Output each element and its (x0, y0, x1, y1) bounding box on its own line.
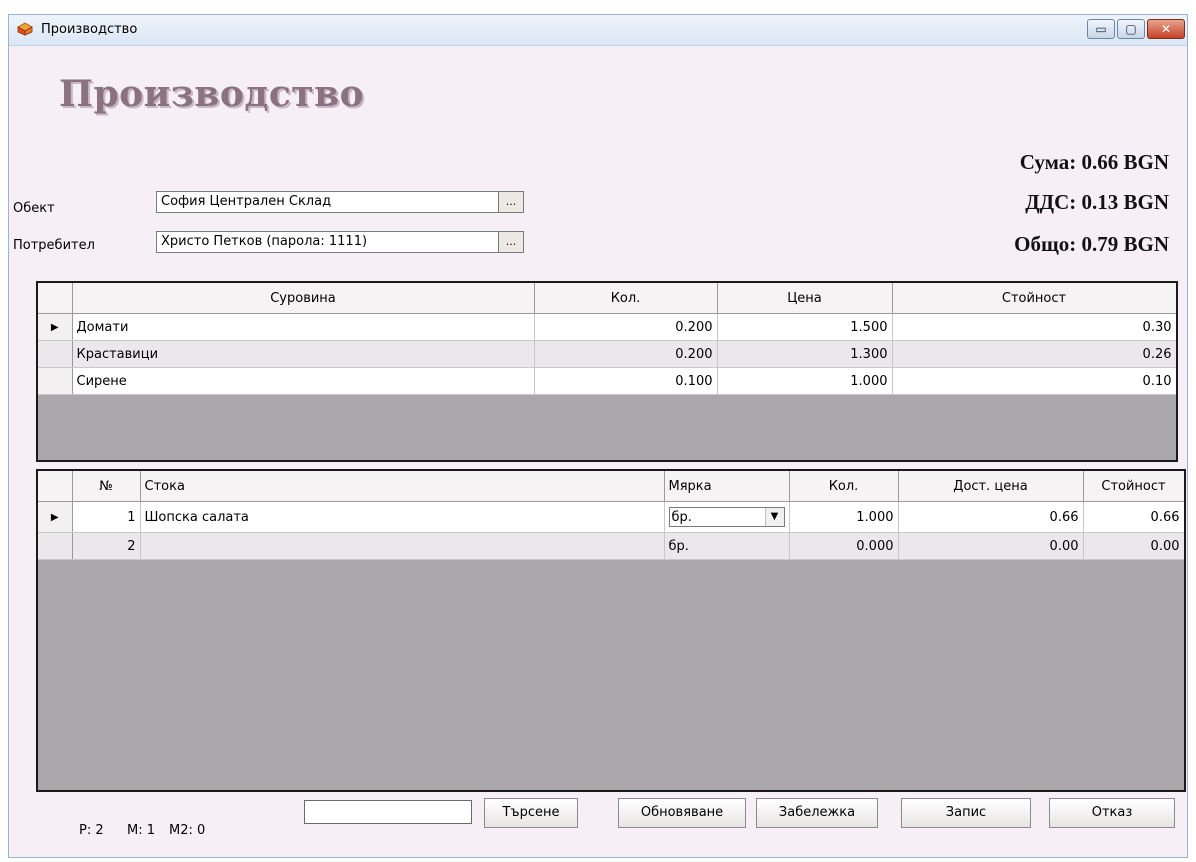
window-title: Производство (41, 22, 138, 37)
consumer-field[interactable]: Христо Петков (парола: 1111) (156, 231, 500, 253)
maximize-icon: ▢ (1125, 22, 1137, 36)
status-m: M: 1 (127, 823, 155, 838)
note-button[interactable]: Забележка (756, 798, 878, 828)
close-button[interactable]: ✕ (1147, 19, 1185, 39)
form-title: Производство (59, 73, 365, 115)
row-indicator (38, 367, 73, 395)
chevron-down-icon[interactable]: ▼ (764, 508, 784, 526)
material-qty[interactable]: 0.200 (534, 313, 718, 341)
object-field[interactable]: София Централен Склад (156, 191, 500, 213)
material-value[interactable]: 0.10 (892, 367, 1176, 395)
column-header-product[interactable]: Стока (140, 471, 665, 502)
column-header-value[interactable]: Стойност (1083, 471, 1184, 502)
material-price[interactable]: 1.500 (717, 313, 893, 341)
unit-select-value: бр. (671, 509, 692, 525)
row-pointer-icon: ▶ (38, 313, 73, 341)
row-indicator-header (38, 471, 73, 502)
object-browse-button[interactable]: ... (498, 191, 524, 213)
column-header-qty[interactable]: Кол. (534, 283, 718, 314)
minimize-icon: ▭ (1095, 22, 1107, 36)
column-header-value[interactable]: Стойност (892, 283, 1176, 314)
row-indicator (38, 532, 73, 560)
materials-table: Суровина Кол. Цена Стойност ▶ Домати 0.2… (38, 283, 1176, 395)
consumer-label: Потребител (13, 238, 95, 253)
products-header-row: № Стока Мярка Кол. Дост. цена Стойност (38, 471, 1184, 502)
column-header-number[interactable]: № (72, 471, 141, 502)
production-window: Производство ▭ ▢ ✕ Производство Сума: 0.… (8, 14, 1188, 858)
cancel-button[interactable]: Отказ (1049, 798, 1175, 828)
material-qty[interactable]: 0.100 (534, 367, 718, 395)
unit-select[interactable]: бр. ▼ (668, 507, 785, 527)
consumer-browse-button[interactable]: ... (498, 231, 524, 253)
search-input[interactable] (304, 800, 472, 824)
column-header-material[interactable]: Суровина (72, 283, 535, 314)
product-qty[interactable]: 1.000 (789, 501, 899, 533)
column-header-price[interactable]: Цена (717, 283, 893, 314)
material-value[interactable]: 0.30 (892, 313, 1176, 341)
maximize-button[interactable]: ▢ (1117, 19, 1145, 39)
products-grid[interactable]: № Стока Мярка Кол. Дост. цена Стойност ▶… (36, 469, 1186, 792)
materials-grid[interactable]: Суровина Кол. Цена Стойност ▶ Домати 0.2… (36, 281, 1178, 462)
sum-total: Сума: 0.66 BGN (1019, 150, 1169, 174)
material-price[interactable]: 1.300 (717, 340, 893, 368)
material-name[interactable]: Сирене (72, 367, 535, 395)
material-name[interactable]: Домати (72, 313, 535, 341)
product-delivery-price[interactable]: 0.66 (898, 501, 1084, 533)
product-number: 2 (72, 532, 141, 560)
search-button[interactable]: Търсене (484, 798, 578, 828)
table-row[interactable]: Сирене 0.100 1.000 0.10 (38, 367, 1176, 395)
refresh-button[interactable]: Обновяване (618, 798, 746, 828)
row-indicator (38, 340, 73, 368)
product-qty[interactable]: 0.000 (789, 532, 899, 560)
product-number: 1 (72, 501, 141, 533)
material-name[interactable]: Краставици (72, 340, 535, 368)
material-value[interactable]: 0.26 (892, 340, 1176, 368)
column-header-qty[interactable]: Кол. (789, 471, 899, 502)
title-bar[interactable]: Производство ▭ ▢ ✕ (9, 15, 1187, 46)
unit-cell[interactable]: бр. (664, 532, 790, 560)
products-table: № Стока Мярка Кол. Дост. цена Стойност ▶… (38, 471, 1184, 560)
status-p: P: 2 (79, 823, 104, 838)
product-value[interactable]: 0.00 (1083, 532, 1184, 560)
product-value[interactable]: 0.66 (1083, 501, 1184, 533)
table-row[interactable]: Краставици 0.200 1.300 0.26 (38, 340, 1176, 368)
column-header-delivery-price[interactable]: Дост. цена (898, 471, 1084, 502)
table-row[interactable]: 2 бр. 0.000 0.00 0.00 (38, 532, 1184, 560)
status-m2: M2: 0 (169, 823, 206, 838)
close-icon: ✕ (1160, 22, 1172, 36)
table-row[interactable]: ▶ Домати 0.200 1.500 0.30 (38, 313, 1176, 341)
table-row[interactable]: ▶ 1 Шопска салата бр. ▼ 1.000 0.66 0.66 (38, 501, 1184, 533)
row-indicator-header (38, 283, 73, 314)
column-header-unit[interactable]: Мярка (664, 471, 790, 502)
material-qty[interactable]: 0.200 (534, 340, 718, 368)
row-pointer-icon: ▶ (38, 501, 73, 533)
vat-total: ДДС: 0.13 BGN (1025, 190, 1169, 214)
materials-header-row: Суровина Кол. Цена Стойност (38, 283, 1176, 314)
object-label: Обект (13, 201, 55, 216)
product-name[interactable]: Шопска салата (140, 501, 665, 533)
save-button[interactable]: Запис (901, 798, 1031, 828)
grand-total: Общо: 0.79 BGN (1014, 232, 1169, 256)
app-icon (17, 22, 33, 36)
product-name[interactable] (140, 532, 665, 560)
unit-cell[interactable]: бр. ▼ (664, 501, 790, 533)
material-price[interactable]: 1.000 (717, 367, 893, 395)
product-delivery-price[interactable]: 0.00 (898, 532, 1084, 560)
minimize-button[interactable]: ▭ (1087, 19, 1115, 39)
